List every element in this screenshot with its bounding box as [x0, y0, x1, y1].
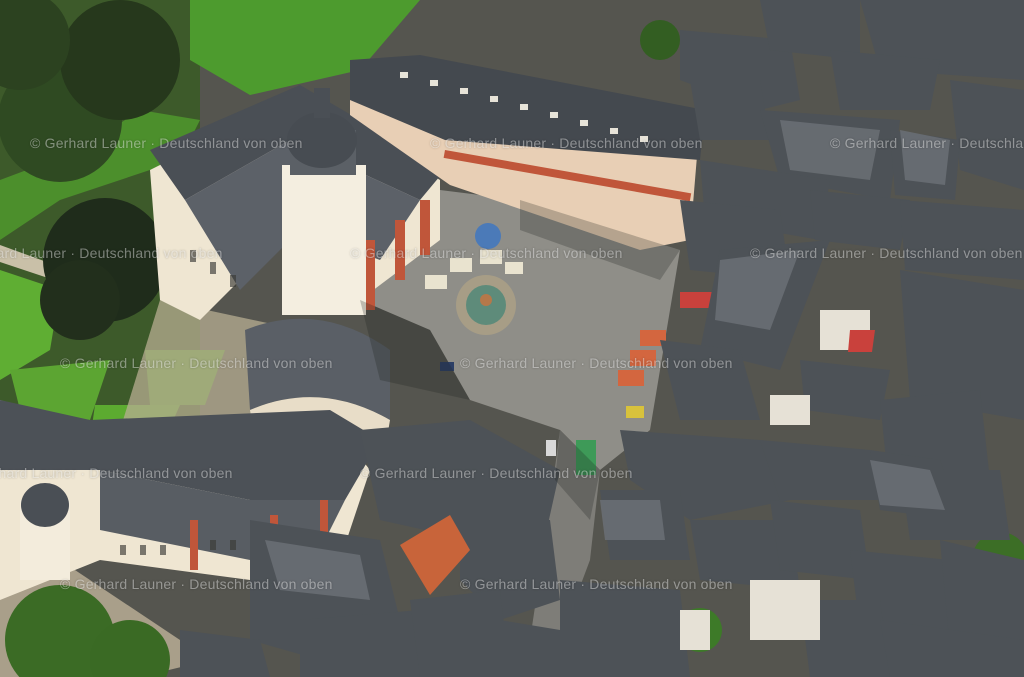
aerial-scene — [0, 0, 1024, 677]
fountain — [456, 275, 516, 335]
aerial-photo: © Gerhard Launer · Deutschland von oben … — [0, 0, 1024, 677]
